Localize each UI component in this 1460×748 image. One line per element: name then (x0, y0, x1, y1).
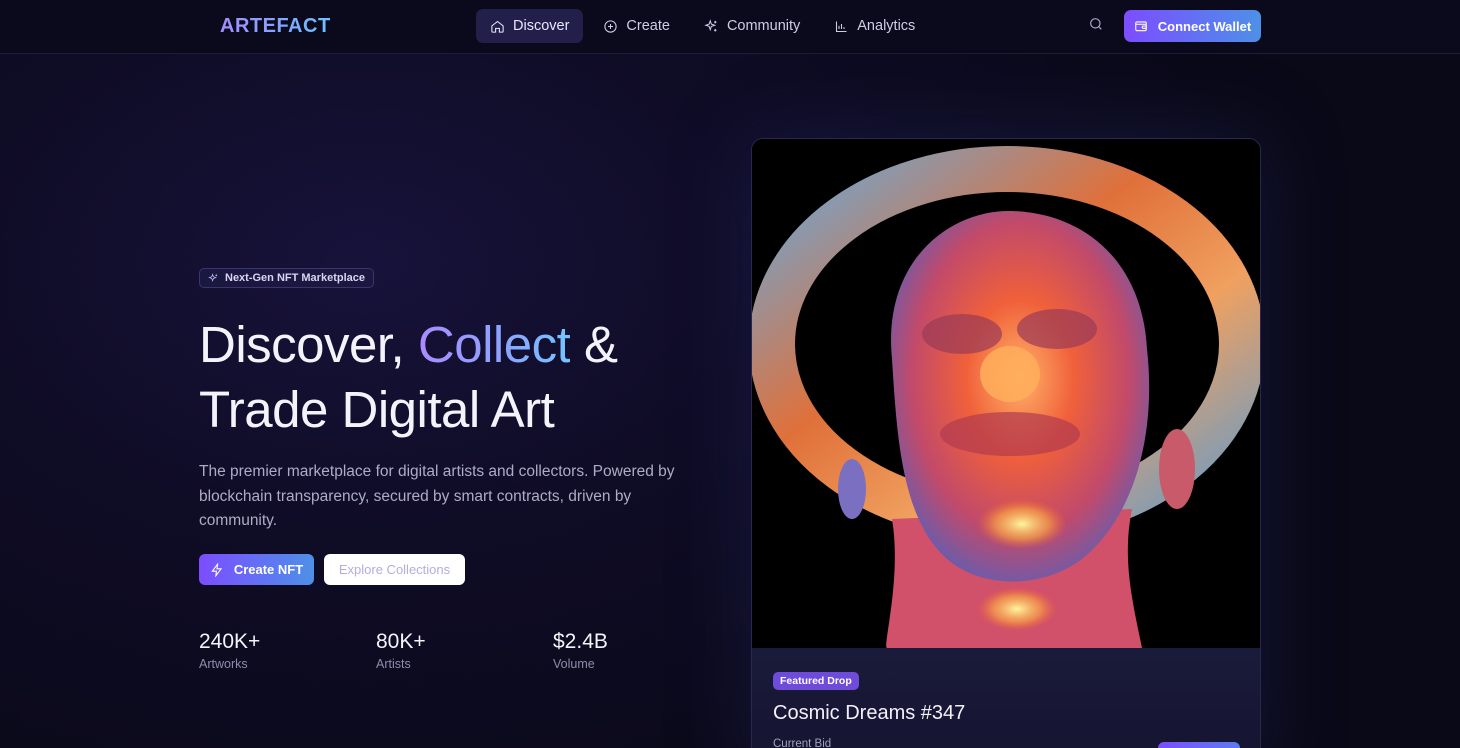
featured-nft-card[interactable]: Featured Drop Cosmic Dreams #347 Current… (751, 138, 1261, 748)
stat-value: 240K+ (199, 630, 261, 653)
stat-label: Artists (376, 657, 411, 671)
nav-item-analytics[interactable]: Analytics (820, 9, 929, 43)
bid-button[interactable] (1158, 742, 1240, 748)
current-bid-label: Current Bid (773, 738, 832, 748)
connect-wallet-label: Connect Wallet (1157, 18, 1252, 34)
headline-accent: Collect (417, 316, 571, 373)
nav-item-community[interactable]: Community (690, 9, 814, 43)
nav-item-label: Analytics (857, 18, 916, 34)
stat-artworks: 240K+ Artworks (199, 630, 260, 671)
stat-volume: $2.4B Volume (553, 630, 608, 671)
hero-badge-label: Next-Gen NFT Marketplace (225, 272, 365, 284)
connect-wallet-button[interactable]: Connect Wallet (1124, 10, 1261, 42)
bar-chart-icon (836, 21, 847, 32)
card-info: Featured Drop Cosmic Dreams #347 Current… (752, 648, 1260, 748)
explore-collections-button[interactable]: Explore Collections (324, 554, 465, 585)
search-button[interactable] (1088, 16, 1108, 36)
nft-title[interactable]: Cosmic Dreams #347 (773, 702, 965, 725)
nav-item-discover[interactable]: Discover (476, 9, 584, 43)
stat-artists: 80K+ Artists (376, 630, 426, 671)
plus-circle-icon (604, 19, 618, 33)
home-icon (491, 20, 504, 33)
headline-text: Discover, (199, 316, 418, 373)
lightning-icon (211, 562, 222, 577)
sparkles-icon (208, 272, 218, 282)
nft-artwork-image (752, 139, 1260, 648)
create-nft-label: Create NFT (233, 562, 304, 577)
sparkles-icon (704, 18, 717, 31)
stat-value: 80K+ (376, 630, 426, 653)
top-nav: ARTEFACT Discover Create Community Analy… (0, 0, 1460, 54)
featured-drop-badge: Featured Drop (773, 672, 859, 690)
stat-value: $2.4B (553, 630, 608, 653)
nav-menu: Discover Create Community Analytics (476, 9, 929, 43)
create-nft-button[interactable]: Create NFT (199, 554, 314, 585)
hero-badge: Next-Gen NFT Marketplace (199, 268, 374, 288)
hero-headline: Discover, Collect & Trade Digital Art (199, 312, 719, 442)
nav-item-label: Community (726, 18, 801, 34)
nav-item-label: Create (626, 18, 670, 34)
hero-description: The premier marketplace for digital arti… (199, 463, 675, 529)
nav-item-label: Discover (513, 18, 570, 34)
stat-label: Volume (553, 657, 595, 671)
stat-label: Artworks (199, 657, 248, 671)
logo[interactable]: ARTEFACT (220, 15, 331, 38)
artwork-illustration (752, 139, 1260, 648)
search-icon (1090, 18, 1102, 30)
wallet-icon (1135, 21, 1147, 32)
nav-item-create[interactable]: Create (589, 9, 684, 43)
